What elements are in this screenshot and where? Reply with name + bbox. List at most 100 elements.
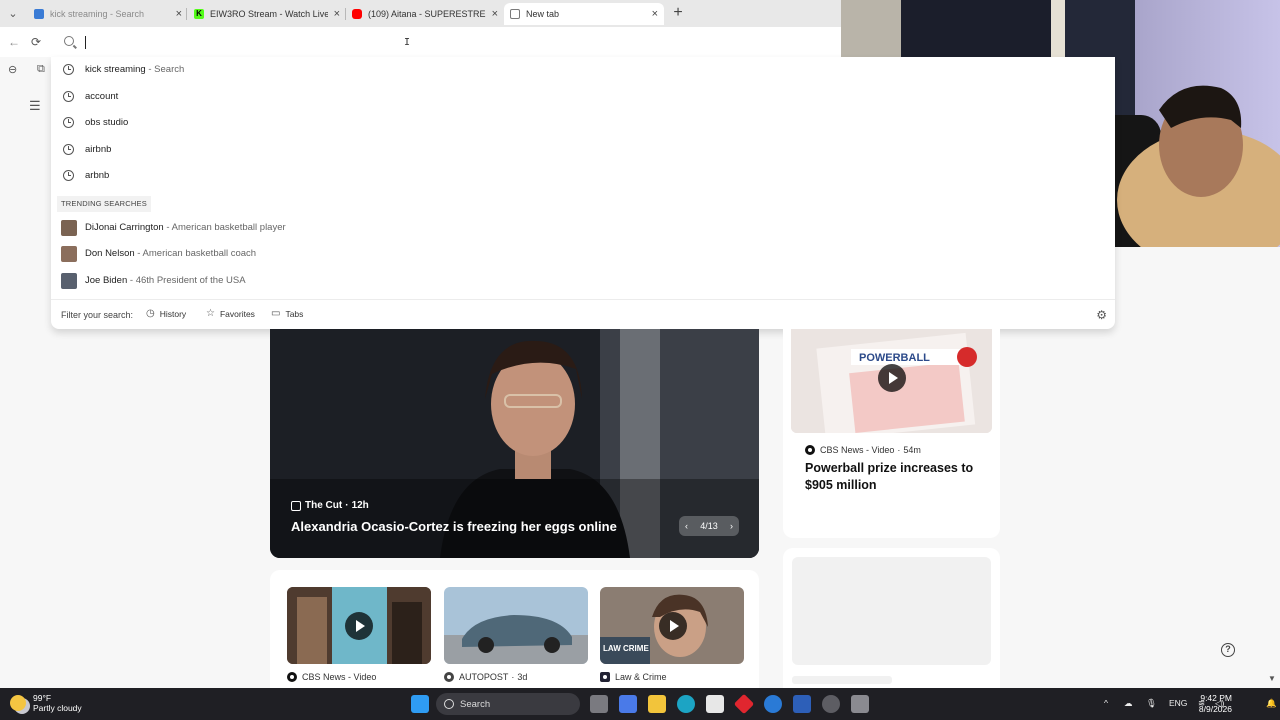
card-headline[interactable]: Powerball prize increases to $905 millio… bbox=[805, 460, 985, 494]
refresh-icon[interactable]: ⟳ bbox=[31, 35, 41, 49]
prev-arrow-icon[interactable]: ‹ bbox=[685, 521, 688, 531]
filter-label: Filter your search: bbox=[61, 310, 134, 320]
help-icon[interactable]: ? bbox=[1221, 643, 1235, 657]
clock-time: 9:42 PM bbox=[1200, 693, 1232, 703]
card-source: CBS News - Video bbox=[302, 672, 377, 682]
autopost-logo-icon bbox=[444, 672, 454, 682]
history-suggestion[interactable]: kick streaming - Search bbox=[51, 58, 1115, 82]
close-tab-icon[interactable]: × bbox=[492, 8, 498, 20]
card-source-line: CBS News - Video bbox=[287, 672, 376, 682]
obs-icon[interactable] bbox=[822, 695, 840, 713]
onedrive-icon[interactable]: ☁ bbox=[1124, 698, 1133, 709]
card-age: 3d bbox=[517, 672, 528, 682]
hero-pager: ‹ 4/13 › bbox=[679, 516, 739, 536]
play-icon[interactable] bbox=[659, 612, 687, 640]
trending-suggestion[interactable]: Don Nelson - American basketball coach bbox=[51, 242, 1115, 266]
edge-browser-icon[interactable] bbox=[677, 695, 695, 713]
suggestion-term: DiJonai Carrington bbox=[85, 222, 164, 233]
separator-dot: · bbox=[511, 672, 515, 682]
trending-suggestion[interactable]: Joe Biden - 46th President of the USA bbox=[51, 269, 1115, 293]
trending-suggestion[interactable]: DiJonai Carrington - American basketball… bbox=[51, 216, 1115, 240]
weather-widget[interactable]: 99°F Partly cloudy bbox=[10, 693, 82, 713]
scroll-down-arrow-icon[interactable]: ▼ bbox=[1268, 674, 1276, 683]
system-clock[interactable]: 9:42 PM 8/9/2026 bbox=[1199, 693, 1232, 715]
file-explorer-icon[interactable] bbox=[648, 695, 666, 713]
workspaces-icon[interactable]: ⊖ bbox=[8, 63, 17, 76]
suggestion-text: DiJonai Carrington - American basketball… bbox=[85, 222, 286, 233]
close-tab-icon[interactable]: × bbox=[652, 8, 658, 20]
tab-title: New tab bbox=[526, 9, 560, 19]
hero-headline[interactable]: Alexandria Ocasio-Cortez is freezing her… bbox=[291, 519, 617, 534]
back-arrow-icon[interactable]: ← bbox=[8, 35, 20, 49]
notification-bell-icon[interactable]: 🔔 bbox=[1266, 698, 1277, 709]
help-app-icon[interactable] bbox=[764, 695, 782, 713]
card-source-line: Law & Crime bbox=[600, 672, 667, 682]
law-crime-logo-icon bbox=[600, 672, 610, 682]
windows-start-icon[interactable] bbox=[411, 695, 429, 713]
tab-kick-search[interactable]: kick streaming - Search × bbox=[28, 3, 188, 25]
new-tab-plus-icon[interactable]: + bbox=[670, 4, 686, 22]
card-source: Law & Crime bbox=[615, 672, 667, 682]
tab-new-tab[interactable]: New tab × bbox=[504, 3, 664, 25]
tab-actions-chevron-icon[interactable]: ⌄ bbox=[4, 5, 22, 23]
filter-history-label: History bbox=[159, 308, 187, 319]
loading-card-placeholder bbox=[783, 548, 1000, 688]
suggestion-description: - American basketball player bbox=[163, 222, 286, 233]
copilot-icon[interactable] bbox=[619, 695, 637, 713]
task-view-icon[interactable] bbox=[590, 695, 608, 713]
history-suggestion[interactable]: account bbox=[51, 85, 1115, 109]
tray-chevron-icon[interactable]: ^ bbox=[1104, 698, 1108, 708]
powerball-news-card[interactable]: POWERBALL CBS News - Video · 54m Powerba… bbox=[783, 329, 1000, 538]
filter-favorites-button[interactable]: ☆ Favorites bbox=[206, 308, 255, 319]
store-icon[interactable] bbox=[706, 695, 724, 713]
language-indicator[interactable]: ENG bbox=[1169, 698, 1187, 708]
tab-title: EIW3RO Stream - Watch Live on Kick bbox=[210, 9, 328, 19]
history-suggestion[interactable]: obs studio bbox=[51, 111, 1115, 135]
bing-favicon-icon bbox=[34, 9, 44, 19]
weather-temp: 99°F bbox=[33, 693, 52, 703]
history-icon: ◷ bbox=[146, 308, 155, 319]
close-tab-icon[interactable]: × bbox=[334, 8, 340, 20]
play-icon[interactable] bbox=[878, 364, 906, 392]
youtube-favicon-icon bbox=[352, 9, 362, 19]
history-suggestion[interactable]: arbnb bbox=[51, 164, 1115, 188]
next-arrow-icon[interactable]: › bbox=[730, 521, 733, 531]
cbs-eye-icon bbox=[805, 445, 815, 455]
card-source-line: AUTOPOST · 3d bbox=[444, 672, 527, 682]
close-tab-icon[interactable]: × bbox=[176, 8, 182, 20]
history-clock-icon bbox=[63, 117, 74, 128]
history-suggestion[interactable]: airbnb bbox=[51, 138, 1115, 162]
clock-date: 8/9/2026 bbox=[1198, 704, 1232, 714]
taskbar-search-box[interactable]: Search bbox=[436, 693, 580, 715]
car-thumbnail[interactable] bbox=[444, 587, 588, 664]
new-tab-favicon-icon bbox=[510, 9, 520, 19]
hero-news-card[interactable]: The Cut · 12h Alexandria Ocasio-Cortez i… bbox=[270, 329, 759, 558]
filter-tabs-button[interactable]: ▭ Tabs bbox=[271, 308, 303, 319]
tab-title: (109) Aitana - SUPERESTRELLA (Live) bbox=[368, 9, 486, 19]
tab-actions-icon[interactable]: ⧉ bbox=[37, 63, 45, 76]
suggestion-term: airbnb bbox=[85, 144, 112, 155]
microphone-icon[interactable]: 🎙 bbox=[1146, 698, 1157, 709]
tab-youtube[interactable]: (109) Aitana - SUPERESTRELLA (Live) × bbox=[346, 3, 504, 25]
kick-favicon-icon: K bbox=[194, 9, 204, 19]
tabs-icon: ▭ bbox=[271, 308, 281, 319]
pager-counter: 4/13 bbox=[700, 521, 718, 531]
app-red-diamond-icon[interactable] bbox=[733, 693, 755, 715]
hero-age: 12h bbox=[351, 500, 369, 511]
the-cut-logo-icon bbox=[291, 500, 301, 511]
settings-icon[interactable] bbox=[851, 695, 869, 713]
history-clock-icon bbox=[63, 170, 74, 181]
separator-dot: · bbox=[897, 445, 901, 455]
suggestion-term: obs studio bbox=[85, 117, 129, 128]
tab-kick-stream[interactable]: K EIW3RO Stream - Watch Live on Kick × bbox=[188, 3, 346, 25]
address-bar-input[interactable] bbox=[80, 31, 840, 53]
star-icon: ☆ bbox=[206, 308, 215, 319]
settings-gear-icon[interactable]: ⚙ bbox=[1096, 308, 1107, 322]
play-icon[interactable] bbox=[345, 612, 373, 640]
suggestion-text: Joe Biden - 46th President of the USA bbox=[85, 275, 246, 286]
hero-source: The Cut bbox=[305, 500, 343, 511]
menu-icon[interactable]: ☰ bbox=[29, 98, 41, 114]
outlook-icon[interactable] bbox=[793, 695, 811, 713]
filter-history-button[interactable]: ◷ History bbox=[146, 308, 186, 319]
card-source-line: CBS News - Video · 54m bbox=[805, 445, 921, 455]
